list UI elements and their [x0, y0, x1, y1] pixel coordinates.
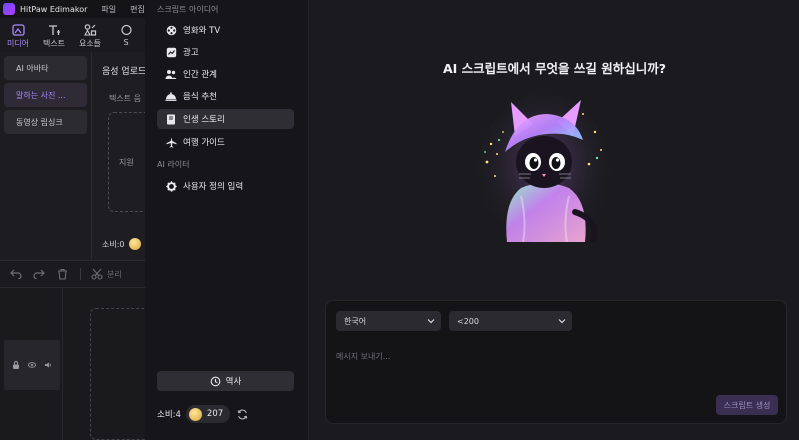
trash-icon[interactable]	[55, 267, 69, 281]
history-clock-icon	[210, 376, 221, 387]
people-icon	[165, 68, 177, 80]
media-icon	[11, 23, 25, 36]
gear-icon	[165, 180, 177, 192]
credit-balance[interactable]: 207	[185, 405, 231, 423]
tool-stickers-label: S	[123, 38, 129, 47]
sidebar-item-label: 인생 스토리	[183, 115, 225, 125]
undo-icon[interactable]	[9, 267, 23, 281]
section-label-ai-writer: AI 라이터	[157, 160, 190, 169]
voice-upload-title: 음성 업로드	[102, 67, 145, 77]
coin-icon	[188, 407, 202, 421]
sidebar-item-label: 음식 추천	[183, 92, 217, 102]
tool-media[interactable]: 미디어	[0, 18, 36, 52]
sidebar-item-travel-guide[interactable]: 여행 가이드	[157, 132, 294, 152]
length-select[interactable]: <200	[449, 311, 572, 331]
sidebar-item-food[interactable]: 음식 추천	[157, 86, 294, 106]
film-reel-icon	[165, 24, 177, 36]
cost-label: 소비:4	[157, 410, 181, 420]
section-label-script-ideas: 스크립트 아이디어	[157, 5, 219, 14]
history-label: 역사	[225, 377, 242, 387]
sidebar-item-label: 인간 관계	[183, 70, 217, 80]
food-dish-icon	[165, 90, 177, 102]
prompt-question: AI 스크립트에서 무엇을 쓰길 원하십니까?	[443, 61, 666, 76]
menu-edit[interactable]: 편집	[130, 4, 145, 15]
sidebar-item-label: 영화와 TV	[183, 26, 221, 36]
visibility-icon[interactable]	[28, 361, 36, 369]
cost-label: 소비:0	[102, 239, 125, 249]
redo-icon[interactable]	[32, 267, 46, 281]
script-input-panel: 한국어 <200 메시지 보내기... 스크립트 생성	[325, 300, 787, 424]
language-select[interactable]: 한국어	[336, 311, 441, 331]
timeline	[0, 288, 150, 440]
credit-count: 207	[206, 409, 224, 419]
script-sidebar: 스크립트 아이디어 영화와 TV 광고 인간 관계 음식 추천 인생 스토리 여…	[145, 0, 308, 440]
ad-chart-icon	[165, 46, 177, 58]
volume-icon[interactable]	[44, 361, 52, 369]
tool-elements[interactable]: 요소들	[72, 18, 108, 52]
sidebar-item-movies-tv[interactable]: 영화와 TV	[157, 20, 294, 40]
app-name: HitPaw Edimakor	[20, 4, 88, 14]
lock-icon[interactable]	[12, 361, 20, 369]
title-bar: HitPaw Edimakor 파일 편집	[0, 0, 145, 18]
ai-cat-mascot	[478, 94, 610, 250]
sidebar-item-life-story[interactable]: 인생 스토리	[157, 109, 294, 129]
app-logo	[3, 3, 15, 15]
scissors-icon[interactable]	[90, 267, 104, 281]
tool-elements-label: 요소들	[78, 39, 102, 48]
timeline-drop-zone[interactable]	[90, 308, 150, 440]
nav-ai-avatar[interactable]: AI 아바타	[4, 56, 87, 80]
tool-text-label: 텍스트	[42, 39, 66, 48]
nav-talking-photo[interactable]: 말하는 사진 ...	[4, 83, 87, 107]
main-toolbar: 미디어 텍스트 요소들 S	[0, 18, 145, 52]
track-header	[4, 340, 60, 390]
feature-nav: AI 아바타 말하는 사진 ... 동영상 립싱크	[0, 52, 92, 260]
menu-file[interactable]: 파일	[101, 4, 116, 15]
sidebar-item-label: 사용자 정의 입력	[183, 182, 244, 192]
timeline-divider	[62, 288, 63, 440]
ai-script-dialog: 스크립트 아이디어 영화와 TV 광고 인간 관계 음식 추천 인생 스토리 여…	[145, 0, 799, 440]
airplane-icon	[165, 136, 177, 148]
length-select-value: <200	[457, 316, 479, 326]
toolbar-divider	[80, 268, 81, 280]
nav-video-lipsync[interactable]: 동영상 립싱크	[4, 110, 87, 134]
tool-stickers[interactable]: S	[108, 18, 144, 52]
sidebar-item-label: 여행 가이드	[183, 138, 225, 148]
script-main-area: AI 스크립트에서 무엇을 쓰길 원하십니까? 한국어 <200 메시지 보내기…	[308, 0, 799, 440]
text-icon	[47, 23, 61, 36]
tool-text[interactable]: 텍스트	[36, 18, 72, 52]
text-voice-tab[interactable]: 텍스트 음	[109, 93, 141, 104]
sticker-icon	[119, 23, 133, 36]
voice-upload-panel: 음성 업로드 텍스트 음 지원 소비:0	[92, 52, 145, 260]
cost-display: 소비:0	[102, 238, 141, 250]
upload-hint: 지원	[119, 158, 134, 167]
sidebar-item-label: 광고	[183, 48, 199, 58]
credit-row: 소비:4 207	[157, 404, 248, 424]
refresh-icon[interactable]	[236, 408, 248, 420]
elements-icon	[83, 23, 97, 36]
message-input[interactable]: 메시지 보내기...	[336, 351, 390, 362]
tool-media-label: 미디어	[6, 39, 30, 48]
sidebar-item-advertising[interactable]: 광고	[157, 42, 294, 62]
book-icon	[165, 113, 177, 125]
generate-script-button[interactable]: 스크립트 생성	[716, 395, 778, 415]
chevron-down-icon	[426, 316, 435, 325]
edit-toolbar: 분리	[0, 260, 145, 288]
language-select-value: 한국어	[344, 316, 367, 326]
upload-drop-area[interactable]: 지원	[108, 112, 145, 212]
coin-icon	[128, 238, 141, 250]
chevron-down-icon	[557, 316, 566, 325]
split-label: 분리	[107, 269, 122, 279]
sidebar-item-relationships[interactable]: 인간 관계	[157, 64, 294, 84]
sidebar-item-custom-input[interactable]: 사용자 정의 입력	[157, 176, 294, 196]
history-button[interactable]: 역사	[157, 371, 294, 391]
